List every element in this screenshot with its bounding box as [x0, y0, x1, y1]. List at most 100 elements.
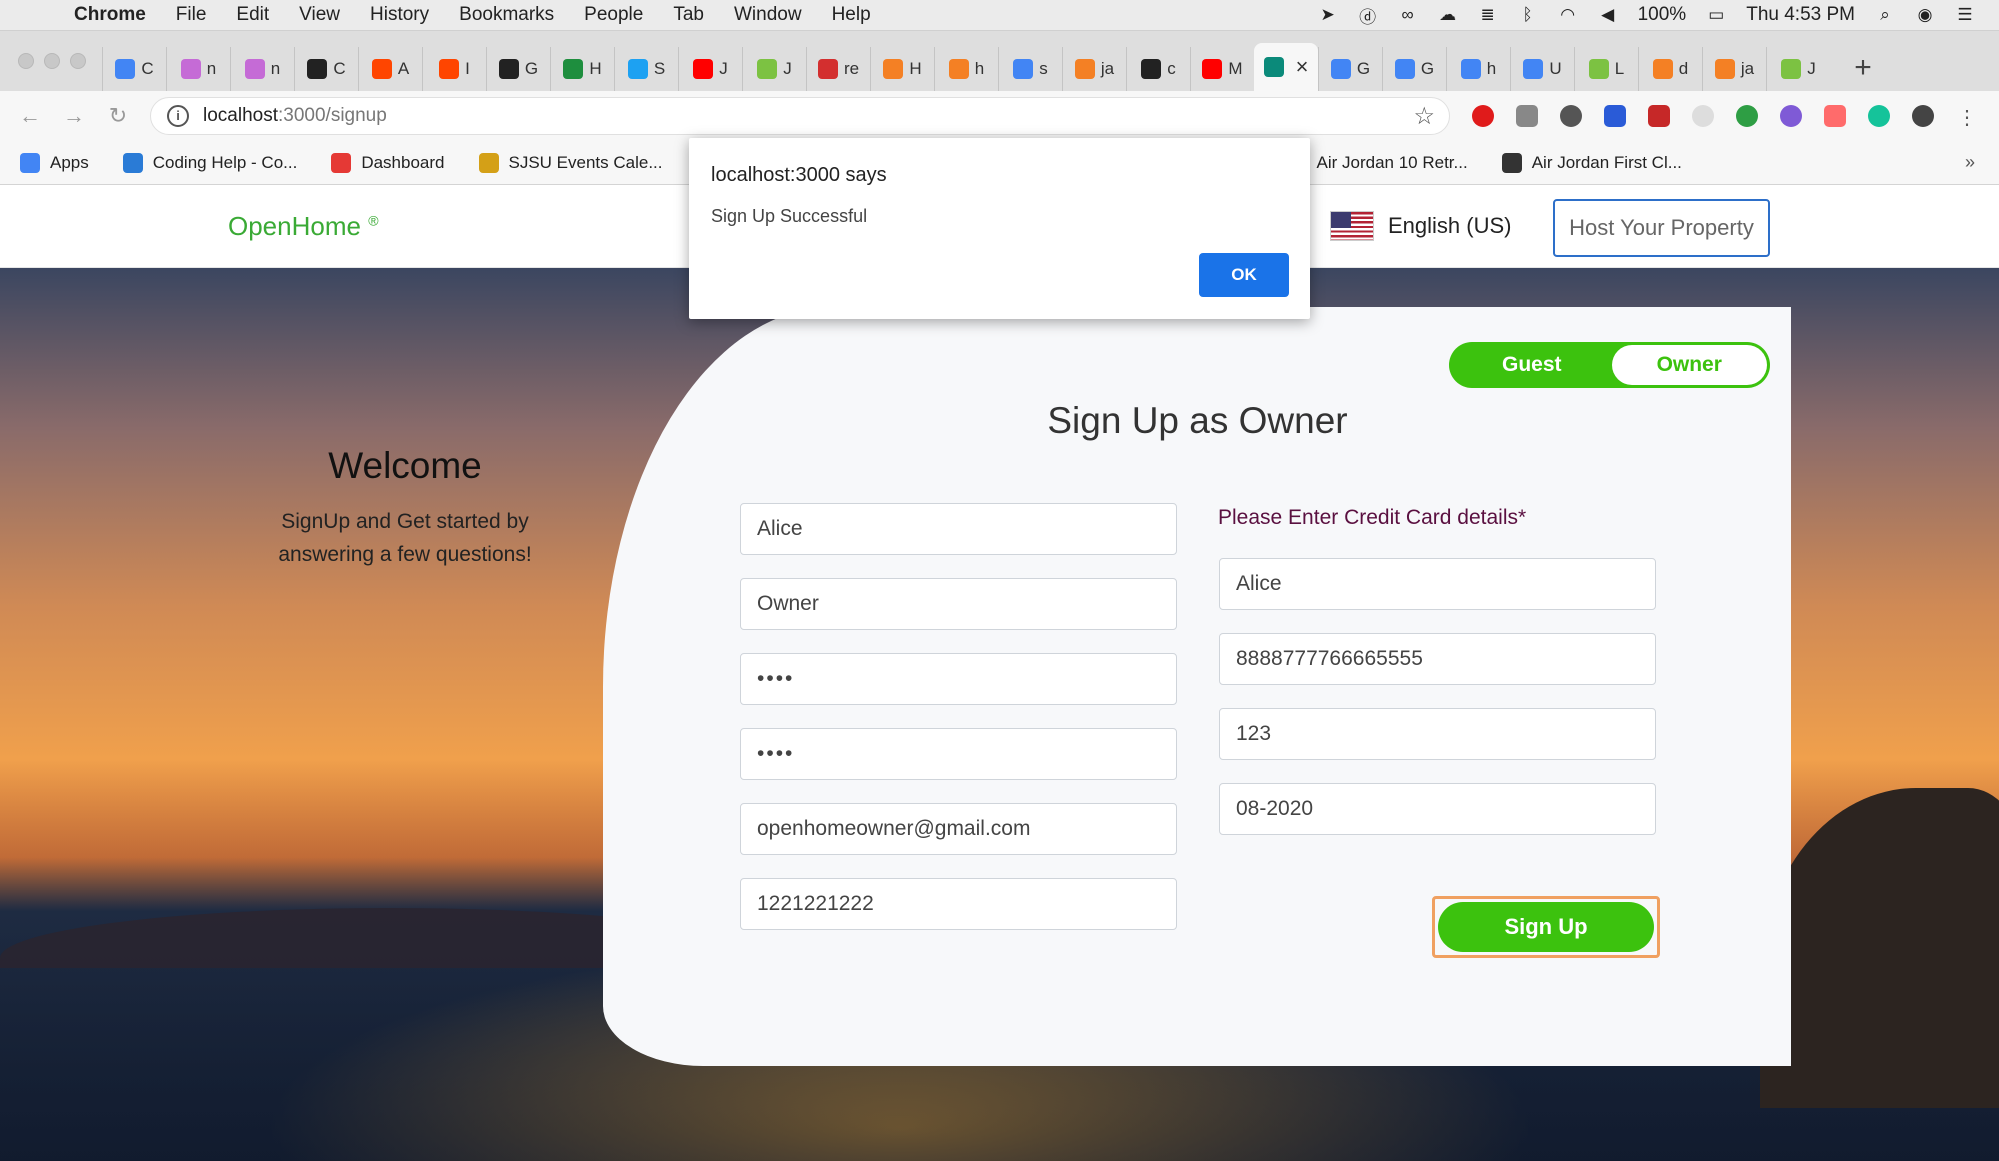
sign-up-button[interactable]: Sign Up [1438, 902, 1654, 952]
card-number-input[interactable]: 8888777766665555 [1219, 633, 1656, 685]
bookmark-item[interactable]: Air Jordan 10 Retr... [1286, 152, 1468, 173]
cloud-upload-icon[interactable]: ☁ [1438, 5, 1458, 24]
wifi-icon[interactable]: ◠ [1558, 5, 1578, 24]
browser-tab[interactable]: × [1254, 43, 1318, 91]
zoom-window-button[interactable] [70, 53, 86, 69]
browser-tab[interactable]: s [998, 47, 1062, 91]
grammarly-extension-icon[interactable] [1868, 105, 1890, 127]
reload-icon[interactable]: ↻ [104, 103, 132, 129]
screencast-extension-icon[interactable] [1824, 105, 1846, 127]
menu-window[interactable]: Window [734, 4, 802, 26]
bookmark-item[interactable]: SJSU Events Cale... [478, 152, 663, 173]
bookmark-item[interactable]: Dashboard [331, 152, 445, 173]
menu-edit[interactable]: Edit [236, 4, 269, 26]
new-tab-button[interactable]: + [1844, 49, 1882, 87]
site-logo[interactable]: OpenHome ® [228, 211, 379, 242]
browser-tab[interactable]: h [934, 47, 998, 91]
creative-cloud-icon[interactable]: ∞ [1398, 5, 1418, 24]
browser-tab[interactable]: I [422, 47, 486, 91]
password-input[interactable]: •••• [740, 653, 1177, 705]
confirm-password-input[interactable]: •••• [740, 728, 1177, 780]
menu-bookmarks[interactable]: Bookmarks [459, 4, 554, 26]
browser-tab[interactable]: L [1574, 47, 1638, 91]
bookmark-item[interactable]: Air Jordan First Cl... [1501, 152, 1682, 173]
close-window-button[interactable] [18, 53, 34, 69]
browser-tab[interactable]: H [870, 47, 934, 91]
spotlight-search-icon[interactable]: ⌕ [1875, 5, 1895, 24]
browser-tab[interactable]: h [1446, 47, 1510, 91]
browser-tab[interactable]: C [294, 47, 358, 91]
first-name-input[interactable]: Alice [740, 503, 1177, 555]
drive-extension-icon[interactable] [1516, 105, 1538, 127]
more-bookmarks-icon[interactable]: » [1965, 152, 1975, 173]
bookmark-item[interactable]: Coding Help - Co... [122, 152, 297, 173]
menu-tab[interactable]: Tab [673, 4, 704, 26]
volume-icon[interactable]: ◀ [1598, 5, 1618, 24]
browser-tab[interactable]: U [1510, 47, 1574, 91]
stack-icon[interactable]: ≣ [1478, 5, 1498, 24]
battery-percent[interactable]: 100% [1638, 4, 1687, 26]
address-bar[interactable]: i localhost:3000/signup ☆ [150, 97, 1450, 135]
menu-people[interactable]: People [584, 4, 643, 26]
last-name-input[interactable]: Owner [740, 578, 1177, 630]
profile-avatar-icon[interactable] [1912, 105, 1934, 127]
browser-tab[interactable]: n [230, 47, 294, 91]
evernote-extension-icon[interactable] [1736, 105, 1758, 127]
close-tab-icon[interactable]: × [1296, 54, 1309, 80]
menu-history[interactable]: History [370, 4, 429, 26]
chrome-menu-icon[interactable]: ⋮ [1956, 105, 1978, 129]
browser-tab[interactable]: n [166, 47, 230, 91]
forward-arrow-icon[interactable]: → [60, 103, 88, 129]
browser-tab[interactable]: J [678, 47, 742, 91]
d-circle-icon[interactable]: ⓓ [1358, 6, 1378, 27]
circle-extension-icon[interactable] [1560, 105, 1582, 127]
menu-view[interactable]: View [299, 4, 340, 26]
siri-icon[interactable]: ◉ [1915, 5, 1935, 24]
phone-input[interactable]: 1221221222 [740, 878, 1177, 930]
tab-favicon-icon [244, 59, 265, 79]
minimize-window-button[interactable] [44, 53, 60, 69]
browser-tab[interactable]: G [1318, 47, 1382, 91]
host-your-property-button[interactable]: Host Your Property [1553, 199, 1770, 257]
browser-tab[interactable]: d [1638, 47, 1702, 91]
owner-toggle-option[interactable]: Owner [1611, 345, 1767, 385]
browser-tab[interactable]: J [742, 47, 806, 91]
browser-tab[interactable]: G [486, 47, 550, 91]
clock[interactable]: Thu 4:53 PM [1746, 4, 1855, 26]
browser-tab[interactable]: H [550, 47, 614, 91]
browser-tab[interactable]: c [1126, 47, 1190, 91]
role-toggle[interactable]: Guest Owner [1449, 342, 1770, 388]
language-selector[interactable]: English (US) [1330, 211, 1511, 241]
ghost-extension-icon[interactable] [1692, 105, 1714, 127]
back-arrow-icon[interactable]: ← [16, 103, 44, 129]
browser-tab[interactable]: S [614, 47, 678, 91]
bookmark-item[interactable]: Apps [20, 152, 89, 173]
puzzle-extension-icon[interactable] [1648, 105, 1670, 127]
browser-tab[interactable]: J [1766, 47, 1830, 91]
browser-tab[interactable]: ja [1062, 47, 1126, 91]
browser-tab[interactable]: ja [1702, 47, 1766, 91]
menu-app-name[interactable]: Chrome [74, 4, 146, 26]
browser-tab[interactable]: re [806, 47, 870, 91]
menu-help[interactable]: Help [832, 4, 871, 26]
location-arrow-icon[interactable]: ➤ [1318, 5, 1338, 24]
email-input[interactable]: openhomeowner@gmail.com [740, 803, 1177, 855]
card-expiry-input[interactable]: 08-2020 [1219, 783, 1656, 835]
browser-tab[interactable]: M [1190, 47, 1254, 91]
browser-tab[interactable]: C [102, 47, 166, 91]
menu-file[interactable]: File [176, 4, 207, 26]
opera-extension-icon[interactable] [1472, 105, 1494, 127]
card-holder-name-input[interactable]: Alice [1219, 558, 1656, 610]
site-info-icon[interactable]: i [167, 105, 189, 127]
reader-extension-icon[interactable] [1604, 105, 1626, 127]
dialog-ok-button[interactable]: OK [1199, 253, 1289, 297]
browser-tab[interactable]: A [358, 47, 422, 91]
battery-icon[interactable]: ▭ [1706, 5, 1726, 24]
bluetooth-icon[interactable]: ᛒ [1518, 5, 1538, 24]
guest-toggle-option[interactable]: Guest [1452, 353, 1612, 377]
browser-tab[interactable]: G [1382, 47, 1446, 91]
notification-center-icon[interactable]: ☰ [1955, 5, 1975, 24]
bookmark-star-icon[interactable]: ☆ [1413, 102, 1435, 131]
glasses-extension-icon[interactable] [1780, 105, 1802, 127]
card-cvv-input[interactable]: 123 [1219, 708, 1656, 760]
